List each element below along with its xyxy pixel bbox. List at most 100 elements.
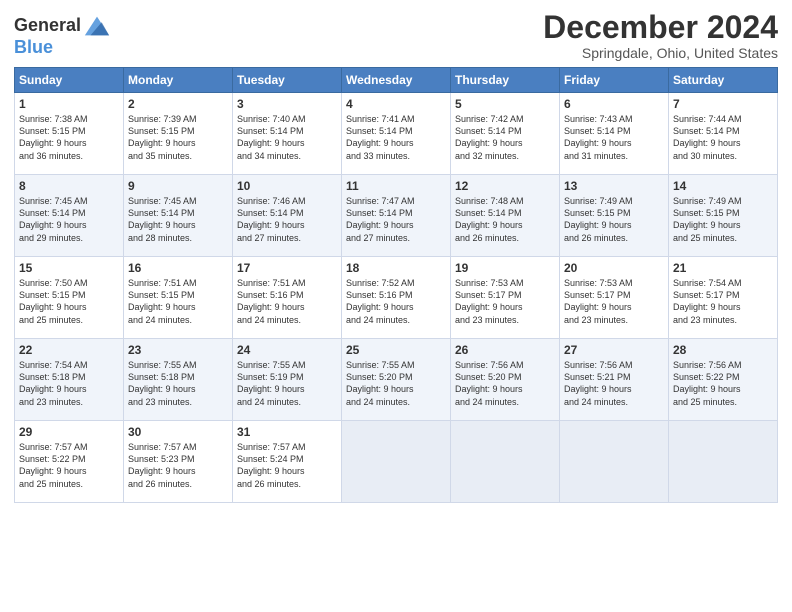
day-info: Sunrise: 7:55 AM Sunset: 5:20 PM Dayligh… (346, 359, 446, 408)
calendar-header: SundayMondayTuesdayWednesdayThursdayFrid… (15, 68, 778, 93)
day-info: Sunrise: 7:40 AM Sunset: 5:14 PM Dayligh… (237, 113, 337, 162)
empty-cell (560, 421, 669, 503)
day-number: 5 (455, 97, 555, 111)
day-cell-9: 9Sunrise: 7:45 AM Sunset: 5:14 PM Daylig… (124, 175, 233, 257)
week-row-5: 29Sunrise: 7:57 AM Sunset: 5:22 PM Dayli… (15, 421, 778, 503)
day-number: 21 (673, 261, 773, 275)
day-cell-11: 11 Sunrise: 7:47 AM Sunset: 5:14 PM Dayli… (342, 175, 451, 257)
day-info: Sunrise: 7:55 AM Sunset: 5:19 PM Dayligh… (237, 359, 337, 408)
day-cell-24: 24 Sunrise: 7:55 AM Sunset: 5:19 PM Dayli… (233, 339, 342, 421)
day-info: Sunrise: 7:57 AM Sunset: 5:23 PM Dayligh… (128, 441, 228, 490)
day-info: Sunrise: 7:53 AM Sunset: 5:17 PM Dayligh… (455, 277, 555, 326)
day-cell-12: 12 Sunrise: 7:48 AM Sunset: 5:14 PM Dayli… (451, 175, 560, 257)
day-info: Sunrise: 7:41 AM Sunset: 5:14 PM Dayligh… (346, 113, 446, 162)
day-cell-19: 19Sunrise: 7:53 AM Sunset: 5:17 PM Dayli… (451, 257, 560, 339)
day-cell-20: 20 Sunrise: 7:53 AM Sunset: 5:17 PM Dayli… (560, 257, 669, 339)
logo-text: General (14, 16, 81, 36)
day-number: 28 (673, 343, 773, 357)
day-number: 7 (673, 97, 773, 111)
header-row-days: SundayMondayTuesdayWednesdayThursdayFrid… (15, 68, 778, 93)
day-cell-23: 23 Sunrise: 7:55 AM Sunset: 5:18 PM Dayli… (124, 339, 233, 421)
day-cell-22: 22 Sunrise: 7:54 AM Sunset: 5:18 PM Dayli… (15, 339, 124, 421)
day-number: 3 (237, 97, 337, 111)
week-row-2: 8 Sunrise: 7:45 AM Sunset: 5:14 PM Daylig… (15, 175, 778, 257)
day-number: 17 (237, 261, 337, 275)
week-row-1: 1 Sunrise: 7:38 AM Sunset: 5:15 PM Daylig… (15, 93, 778, 175)
day-number: 4 (346, 97, 446, 111)
day-info: Sunrise: 7:54 AM Sunset: 5:17 PM Dayligh… (673, 277, 773, 326)
day-info: Sunrise: 7:54 AM Sunset: 5:18 PM Dayligh… (19, 359, 119, 408)
day-info: Sunrise: 7:45 AM Sunset: 5:14 PM Dayligh… (19, 195, 119, 244)
day-info: Sunrise: 7:53 AM Sunset: 5:17 PM Dayligh… (564, 277, 664, 326)
day-info: Sunrise: 7:42 AM Sunset: 5:14 PM Dayligh… (455, 113, 555, 162)
day-number: 8 (19, 179, 119, 193)
calendar-container: General Blue December 2024 Springdale, O… (0, 0, 792, 513)
title-block: December 2024 Springdale, Ohio, United S… (543, 10, 778, 61)
day-number: 27 (564, 343, 664, 357)
day-number: 25 (346, 343, 446, 357)
day-info: Sunrise: 7:57 AM Sunset: 5:24 PM Dayligh… (237, 441, 337, 490)
day-number: 30 (128, 425, 228, 439)
day-number: 31 (237, 425, 337, 439)
day-cell-14: 14Sunrise: 7:49 AM Sunset: 5:15 PM Dayli… (669, 175, 778, 257)
day-number: 22 (19, 343, 119, 357)
day-cell-1: 1 Sunrise: 7:38 AM Sunset: 5:15 PM Daylig… (15, 93, 124, 175)
day-number: 18 (346, 261, 446, 275)
day-cell-2: 2Sunrise: 7:39 AM Sunset: 5:15 PM Daylig… (124, 93, 233, 175)
day-info: Sunrise: 7:50 AM Sunset: 5:15 PM Dayligh… (19, 277, 119, 326)
day-info: Sunrise: 7:49 AM Sunset: 5:15 PM Dayligh… (564, 195, 664, 244)
week-row-4: 22 Sunrise: 7:54 AM Sunset: 5:18 PM Dayli… (15, 339, 778, 421)
day-info: Sunrise: 7:56 AM Sunset: 5:22 PM Dayligh… (673, 359, 773, 408)
logo-icon (83, 14, 111, 38)
day-info: Sunrise: 7:38 AM Sunset: 5:15 PM Dayligh… (19, 113, 119, 162)
day-cell-4: 4 Sunrise: 7:41 AM Sunset: 5:14 PM Daylig… (342, 93, 451, 175)
day-cell-28: 28 Sunrise: 7:56 AM Sunset: 5:22 PM Dayli… (669, 339, 778, 421)
day-cell-8: 8 Sunrise: 7:45 AM Sunset: 5:14 PM Daylig… (15, 175, 124, 257)
day-number: 1 (19, 97, 119, 111)
day-info: Sunrise: 7:48 AM Sunset: 5:14 PM Dayligh… (455, 195, 555, 244)
empty-cell (342, 421, 451, 503)
day-cell-27: 27 Sunrise: 7:56 AM Sunset: 5:21 PM Dayli… (560, 339, 669, 421)
month-title: December 2024 (543, 10, 778, 45)
day-cell-29: 29Sunrise: 7:57 AM Sunset: 5:22 PM Dayli… (15, 421, 124, 503)
day-cell-7: 7 Sunrise: 7:44 AM Sunset: 5:14 PM Daylig… (669, 93, 778, 175)
day-cell-10: 10Sunrise: 7:46 AM Sunset: 5:14 PM Dayli… (233, 175, 342, 257)
day-cell-26: 26 Sunrise: 7:56 AM Sunset: 5:20 PM Dayli… (451, 339, 560, 421)
day-info: Sunrise: 7:56 AM Sunset: 5:20 PM Dayligh… (455, 359, 555, 408)
header-day-sunday: Sunday (15, 68, 124, 93)
day-info: Sunrise: 7:45 AM Sunset: 5:14 PM Dayligh… (128, 195, 228, 244)
day-cell-21: 21 Sunrise: 7:54 AM Sunset: 5:17 PM Dayli… (669, 257, 778, 339)
week-row-3: 15Sunrise: 7:50 AM Sunset: 5:15 PM Dayli… (15, 257, 778, 339)
day-cell-5: 5 Sunrise: 7:42 AM Sunset: 5:14 PM Daylig… (451, 93, 560, 175)
day-info: Sunrise: 7:55 AM Sunset: 5:18 PM Dayligh… (128, 359, 228, 408)
day-info: Sunrise: 7:56 AM Sunset: 5:21 PM Dayligh… (564, 359, 664, 408)
empty-cell (669, 421, 778, 503)
header-row: General Blue December 2024 Springdale, O… (14, 10, 778, 61)
day-number: 29 (19, 425, 119, 439)
day-cell-3: 3 Sunrise: 7:40 AM Sunset: 5:14 PM Daylig… (233, 93, 342, 175)
header-day-monday: Monday (124, 68, 233, 93)
day-cell-25: 25 Sunrise: 7:55 AM Sunset: 5:20 PM Dayli… (342, 339, 451, 421)
day-number: 11 (346, 179, 446, 193)
day-info: Sunrise: 7:44 AM Sunset: 5:14 PM Dayligh… (673, 113, 773, 162)
day-info: Sunrise: 7:39 AM Sunset: 5:15 PM Dayligh… (128, 113, 228, 162)
day-info: Sunrise: 7:43 AM Sunset: 5:14 PM Dayligh… (564, 113, 664, 162)
day-number: 13 (564, 179, 664, 193)
header-day-saturday: Saturday (669, 68, 778, 93)
day-number: 23 (128, 343, 228, 357)
day-number: 20 (564, 261, 664, 275)
day-cell-17: 17Sunrise: 7:51 AM Sunset: 5:16 PM Dayli… (233, 257, 342, 339)
subtitle: Springdale, Ohio, United States (543, 45, 778, 61)
header-day-wednesday: Wednesday (342, 68, 451, 93)
day-info: Sunrise: 7:46 AM Sunset: 5:14 PM Dayligh… (237, 195, 337, 244)
day-number: 24 (237, 343, 337, 357)
day-info: Sunrise: 7:47 AM Sunset: 5:14 PM Dayligh… (346, 195, 446, 244)
day-number: 26 (455, 343, 555, 357)
day-cell-16: 16Sunrise: 7:51 AM Sunset: 5:15 PM Dayli… (124, 257, 233, 339)
header-day-thursday: Thursday (451, 68, 560, 93)
day-cell-6: 6 Sunrise: 7:43 AM Sunset: 5:14 PM Daylig… (560, 93, 669, 175)
day-number: 12 (455, 179, 555, 193)
day-number: 6 (564, 97, 664, 111)
day-cell-30: 30 Sunrise: 7:57 AM Sunset: 5:23 PM Dayli… (124, 421, 233, 503)
day-info: Sunrise: 7:49 AM Sunset: 5:15 PM Dayligh… (673, 195, 773, 244)
